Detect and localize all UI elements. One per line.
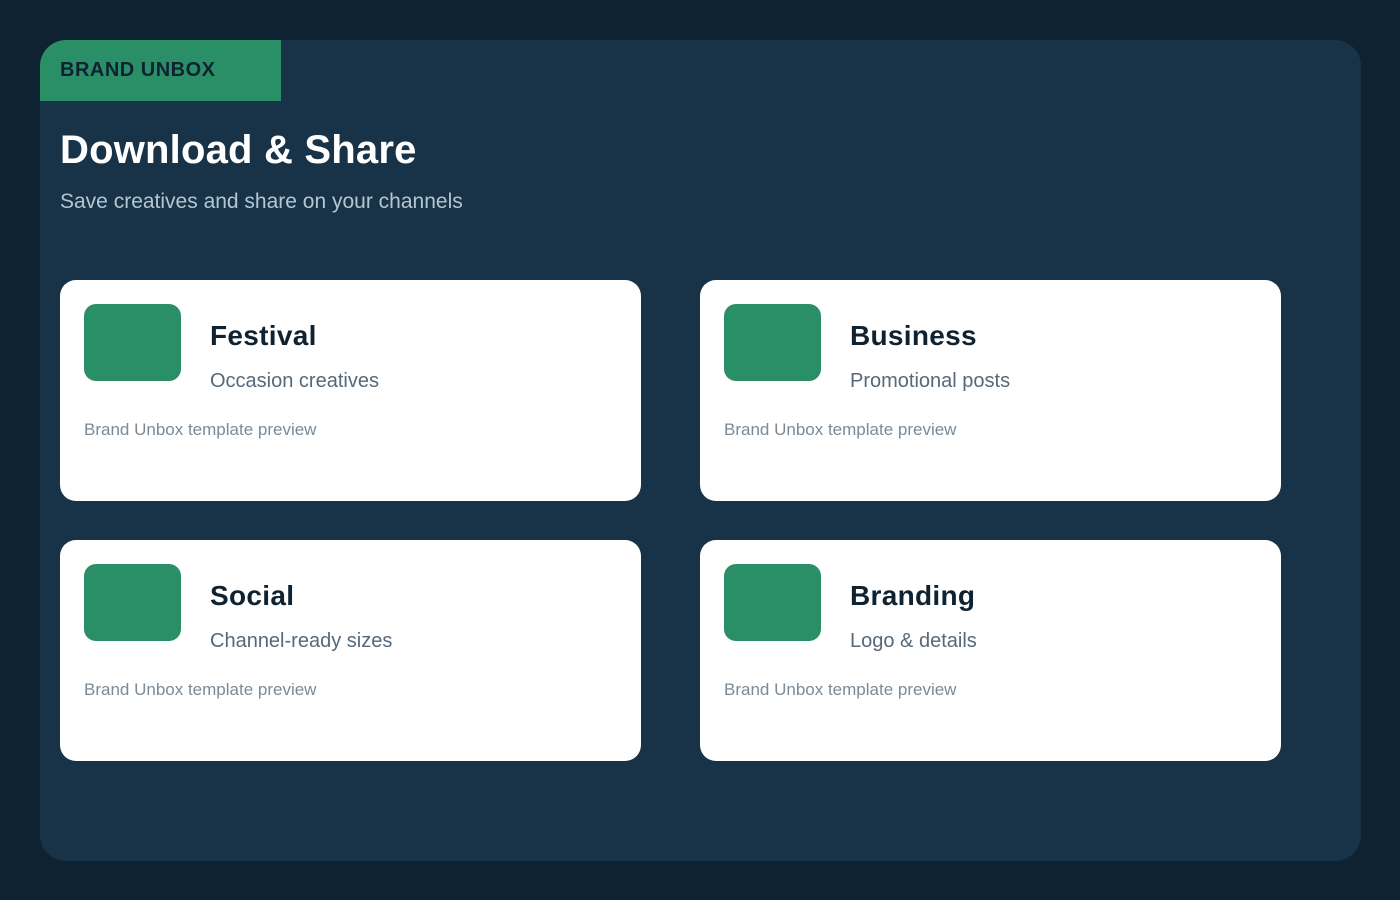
- card-note: Brand Unbox template preview: [84, 680, 317, 699]
- template-thumbnail: [84, 304, 181, 381]
- template-thumbnail: [724, 304, 821, 381]
- brand-logo[interactable]: BRAND UNBOX: [40, 40, 281, 101]
- card-subtitle: Occasion creatives: [210, 370, 379, 392]
- category-card-festival[interactable]: Festival Occasion creatives Brand Unbox …: [60, 280, 641, 501]
- card-subtitle: Channel-ready sizes: [210, 630, 393, 652]
- page-title: Download & Share: [60, 128, 417, 172]
- card-title: Business: [850, 320, 977, 351]
- template-thumbnail: [724, 564, 821, 641]
- category-card-social[interactable]: Social Channel-ready sizes Brand Unbox t…: [60, 540, 641, 761]
- card-subtitle: Promotional posts: [850, 370, 1011, 392]
- card-subtitle: Logo & details: [850, 630, 977, 652]
- category-card-business[interactable]: Business Promotional posts Brand Unbox t…: [700, 280, 1281, 501]
- card-title: Festival: [210, 320, 317, 351]
- card-note: Brand Unbox template preview: [84, 420, 317, 439]
- card-note: Brand Unbox template preview: [724, 680, 957, 699]
- page-subtitle: Save creatives and share on your channel…: [60, 190, 463, 213]
- template-thumbnail: [84, 564, 181, 641]
- main-panel: BRAND UNBOX Download & Share Save creati…: [40, 40, 1361, 861]
- card-title: Social: [210, 580, 295, 611]
- category-card-branding[interactable]: Branding Logo & details Brand Unbox temp…: [700, 540, 1281, 761]
- card-title: Branding: [850, 580, 976, 611]
- card-note: Brand Unbox template preview: [724, 420, 957, 439]
